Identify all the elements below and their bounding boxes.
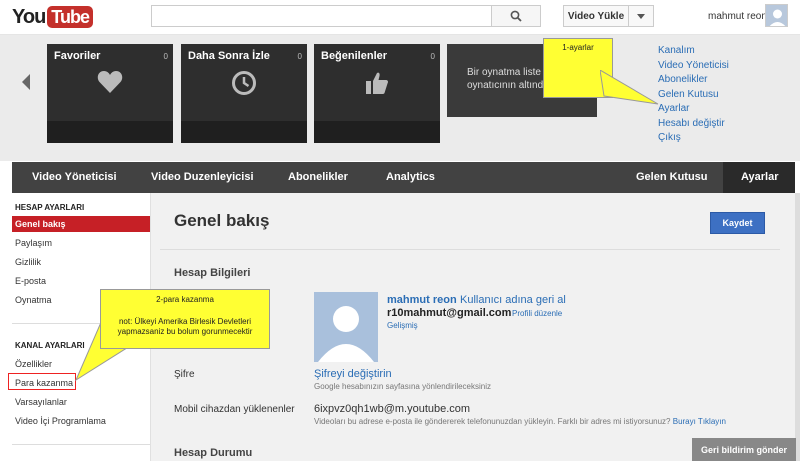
profile-picture[interactable] xyxy=(314,292,378,362)
account-link-inbox[interactable]: Gelen Kutusu xyxy=(658,88,729,103)
nav-video-editor[interactable]: Video Duzenleyicisi xyxy=(151,162,254,193)
upload-dropdown-button[interactable] xyxy=(629,5,654,27)
account-link-channel[interactable]: Kanalım xyxy=(658,44,729,59)
annotation-pointer-settings xyxy=(600,70,659,105)
page-title: Genel bakış xyxy=(174,211,270,230)
account-link-sign-out[interactable]: Çıkış xyxy=(658,131,729,146)
nav-settings[interactable]: Ayarlar xyxy=(723,162,795,193)
nav-analytics[interactable]: Analytics xyxy=(386,162,435,193)
divider xyxy=(160,249,780,250)
sidebar-item-email[interactable]: E-posta xyxy=(12,273,150,289)
account-link-settings[interactable]: Ayarlar xyxy=(658,102,729,117)
upload-button[interactable]: Video Yükle xyxy=(563,5,629,27)
search-button[interactable] xyxy=(491,5,541,27)
nav-subscriptions[interactable]: Abonelikler xyxy=(288,162,348,193)
mobile-hint-link[interactable]: Burayı Tıklayın xyxy=(673,417,726,426)
account-menu: Kanalım Video Yöneticisi Abonelikler Gel… xyxy=(658,44,729,146)
default-avatar-icon xyxy=(766,5,787,26)
advanced-link[interactable]: Gelişmiş xyxy=(387,321,418,330)
sidebar-item-invideo-programming[interactable]: Video İçi Programlama xyxy=(12,413,150,429)
sidebar-item-defaults[interactable]: Varsayılanlar xyxy=(12,394,150,410)
account-link-subscriptions[interactable]: Abonelikler xyxy=(658,73,729,88)
card-title: Daha Sonra İzle xyxy=(188,50,270,62)
account-status-heading: Hesap Durumu xyxy=(174,447,253,459)
username-link[interactable]: mahmut reon xyxy=(708,11,767,22)
chevron-down-icon xyxy=(637,13,645,19)
sidebar-item-sharing[interactable]: Paylaşım xyxy=(12,235,150,251)
note-body: not: Ülkeyi Amerika Birlesik Devletleri … xyxy=(117,317,253,336)
heart-icon xyxy=(97,71,123,93)
note-title: 2-para kazanma xyxy=(156,295,214,304)
clock-icon xyxy=(232,71,256,95)
youtube-logo[interactable]: You Tube xyxy=(12,5,93,29)
account-link-video-manager[interactable]: Video Yöneticisi xyxy=(658,59,729,74)
annotation-note-monetization: 2-para kazanma not: Ülkeyi Amerika Birle… xyxy=(100,289,270,349)
annotation-highlight-monetization xyxy=(8,373,76,390)
logo-you: You xyxy=(12,5,46,28)
password-label: Şifre xyxy=(174,369,195,380)
change-password-link[interactable]: Şifreyi değiştirin xyxy=(314,368,392,380)
mobile-upload-hint: Videoları bu adrese e-posta ile gönderer… xyxy=(314,417,726,426)
avatar[interactable] xyxy=(765,4,788,27)
card-count: 0 xyxy=(297,52,302,61)
account-link-switch-account[interactable]: Hesabı değiştir xyxy=(658,117,729,132)
default-avatar-icon xyxy=(314,292,378,362)
card-title: Beğenilenler xyxy=(321,50,388,62)
carousel-prev-icon[interactable] xyxy=(22,74,30,90)
sidebar-item-privacy[interactable]: Gizlilik xyxy=(12,254,150,270)
card-count: 0 xyxy=(430,52,435,61)
nav-inbox[interactable]: Gelen Kutusu xyxy=(636,162,708,193)
logo-tube: Tube xyxy=(47,6,93,28)
thumbs-up-icon xyxy=(366,72,388,94)
watch-later-card[interactable]: Daha Sonra İzle 0 xyxy=(181,44,307,143)
liked-card[interactable]: Beğenilenler 0 xyxy=(314,44,440,143)
mobile-upload-address: 6ixpvz0qh1wb@m.youtube.com xyxy=(314,403,471,415)
profile-name[interactable]: mahmut reon xyxy=(387,294,457,306)
profile-email: r10mahmut@gmail.com xyxy=(387,307,512,319)
account-info-heading: Hesap Bilgileri xyxy=(174,267,251,279)
send-feedback-button[interactable]: Geri bildirim gönder xyxy=(692,438,796,461)
top-bar: You Tube Video Yükle mahmut reon xyxy=(0,0,800,35)
revert-username-link[interactable]: Kullanıcı adına geri al xyxy=(460,294,566,306)
favorites-card[interactable]: Favoriler 0 xyxy=(47,44,173,143)
sidebar-item-overview[interactable]: Genel bakış xyxy=(12,216,150,232)
edit-profile-link[interactable]: Profili düzenle xyxy=(512,309,562,318)
channel-nav-bar: Video Yöneticisi Video Duzenleyicisi Abo… xyxy=(12,162,795,193)
search-icon xyxy=(510,10,522,22)
card-title: Favoriler xyxy=(54,50,101,62)
page-scrollbar[interactable] xyxy=(795,193,800,461)
nav-video-manager[interactable]: Video Yöneticisi xyxy=(32,162,117,193)
account-settings-heading: HESAP AYARLARI xyxy=(15,203,85,212)
mobile-hint-text: Videoları bu adrese e-posta ile gönderer… xyxy=(314,417,671,426)
search-input[interactable] xyxy=(151,5,491,27)
mobile-upload-label: Mobil cihazdan yüklenenler xyxy=(174,404,295,415)
password-hint: Google hesabınızın sayfasına yönlendiril… xyxy=(314,382,491,391)
card-count: 0 xyxy=(163,52,168,61)
save-button[interactable]: Kaydet xyxy=(710,212,765,234)
